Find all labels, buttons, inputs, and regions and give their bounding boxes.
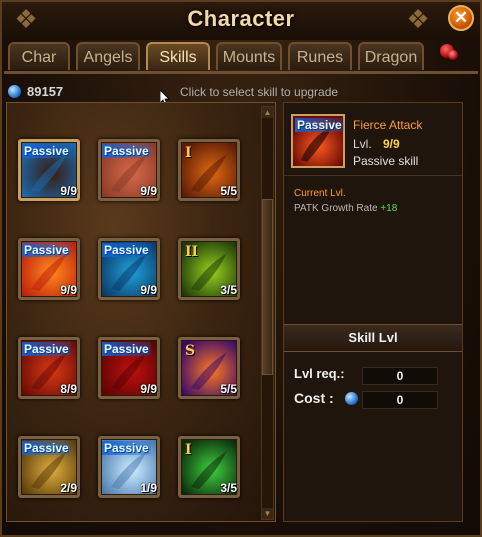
skill-level: 3/5 bbox=[220, 481, 237, 495]
cost-value: 0 bbox=[362, 391, 438, 409]
skill-slot[interactable]: Passive 8/9 bbox=[18, 337, 80, 399]
skill-scrollbar[interactable]: ▲ ▼ bbox=[261, 106, 274, 520]
skill-tag: II bbox=[185, 244, 199, 260]
skill-tag: I bbox=[185, 442, 192, 458]
skill-level-header: Skill Lvl bbox=[284, 324, 462, 352]
skill-tag: Passive bbox=[22, 144, 71, 158]
skill-level: 1/9 bbox=[140, 481, 157, 495]
close-button[interactable]: ✕ bbox=[448, 5, 474, 31]
stat-bonus: +18 bbox=[380, 203, 398, 214]
skill-tag: Passive bbox=[22, 342, 71, 356]
character-window: ❖ ❖ Character ✕ Char Angels Skills Mount… bbox=[0, 0, 482, 537]
skill-tag: Passive bbox=[102, 144, 151, 158]
skill-slot[interactable]: Passive 9/9 bbox=[98, 139, 160, 201]
skill-level: 5/5 bbox=[220, 184, 237, 198]
skill-level: 9/9 bbox=[140, 184, 157, 198]
tab-angels[interactable]: Angels bbox=[76, 42, 140, 70]
cost-label: Cost : bbox=[294, 390, 334, 406]
skill-tag: Passive bbox=[22, 441, 71, 455]
skill-slot[interactable]: Passive 9/9 bbox=[98, 337, 160, 399]
skill-name: Fierce Attack bbox=[353, 118, 423, 132]
skill-tag: Passive bbox=[22, 243, 71, 257]
skill-slot[interactable]: Passive 1/9 bbox=[98, 436, 160, 498]
skill-tag: S bbox=[185, 343, 196, 359]
skill-level: 5/5 bbox=[220, 382, 237, 396]
skill-level-label: Lvl. bbox=[353, 137, 372, 151]
skill-type: Passive skill bbox=[353, 154, 419, 168]
skill-slot[interactable]: Passive 9/9 bbox=[98, 238, 160, 300]
window-title: Character bbox=[187, 6, 295, 31]
skill-stat: PATK Growth Rate +18 bbox=[294, 203, 397, 214]
skill-level: 9/9 bbox=[140, 382, 157, 396]
skill-tag: I bbox=[185, 145, 192, 161]
scroll-thumb[interactable] bbox=[262, 199, 273, 375]
skill-slot[interactable]: Passive 9/9 bbox=[18, 238, 80, 300]
red-gem-small-icon bbox=[448, 50, 458, 60]
blue-orb-icon bbox=[8, 84, 21, 98]
scroll-up-button[interactable]: ▲ bbox=[262, 107, 273, 118]
level-req-value: 0 bbox=[362, 367, 438, 385]
upgrade-hint: Click to select skill to upgrade bbox=[180, 85, 339, 99]
cost-orb-icon bbox=[345, 392, 358, 405]
skill-level: 9/9 bbox=[140, 283, 157, 297]
skill-tag: Passive bbox=[102, 342, 151, 356]
skill-level-value: 9/9 bbox=[383, 137, 400, 151]
skill-slot[interactable]: I 3/5 bbox=[178, 436, 240, 498]
detail-divider bbox=[284, 175, 462, 176]
tab-char[interactable]: Char bbox=[8, 42, 70, 70]
skill-level: 2/9 bbox=[60, 481, 77, 495]
tab-dragon[interactable]: Dragon bbox=[358, 42, 424, 70]
level-req-label: Lvl req.: bbox=[294, 366, 345, 381]
skill-slot[interactable]: Passive 9/9 bbox=[18, 139, 80, 201]
stat-name: PATK Growth Rate bbox=[294, 203, 378, 214]
scroll-down-button[interactable]: ▼ bbox=[262, 508, 273, 519]
skill-tag: Passive bbox=[102, 243, 151, 257]
skill-slot[interactable]: S 5/5 bbox=[178, 337, 240, 399]
currency-display: 89157 bbox=[8, 82, 63, 100]
currency-value: 89157 bbox=[27, 83, 64, 99]
skill-level: 3/5 bbox=[220, 283, 237, 297]
tab-divider bbox=[4, 71, 478, 74]
skill-slot[interactable]: I 5/5 bbox=[178, 139, 240, 201]
skill-level: 9/9 bbox=[60, 283, 77, 297]
current-level-label: Current Lvl. bbox=[294, 188, 346, 199]
tab-skills[interactable]: Skills bbox=[146, 42, 210, 70]
skill-level: 9/9 bbox=[60, 184, 77, 198]
tab-runes[interactable]: Runes bbox=[288, 42, 352, 70]
skill-level: 8/9 bbox=[60, 382, 77, 396]
skill-tag: Passive bbox=[102, 441, 151, 455]
skill-slot[interactable]: II 3/5 bbox=[178, 238, 240, 300]
tab-mounts[interactable]: Mounts bbox=[216, 42, 282, 70]
skill-slot[interactable]: Passive 2/9 bbox=[18, 436, 80, 498]
selected-skill-tag: Passive bbox=[295, 118, 344, 132]
selected-skill-icon: Passive bbox=[291, 114, 345, 168]
